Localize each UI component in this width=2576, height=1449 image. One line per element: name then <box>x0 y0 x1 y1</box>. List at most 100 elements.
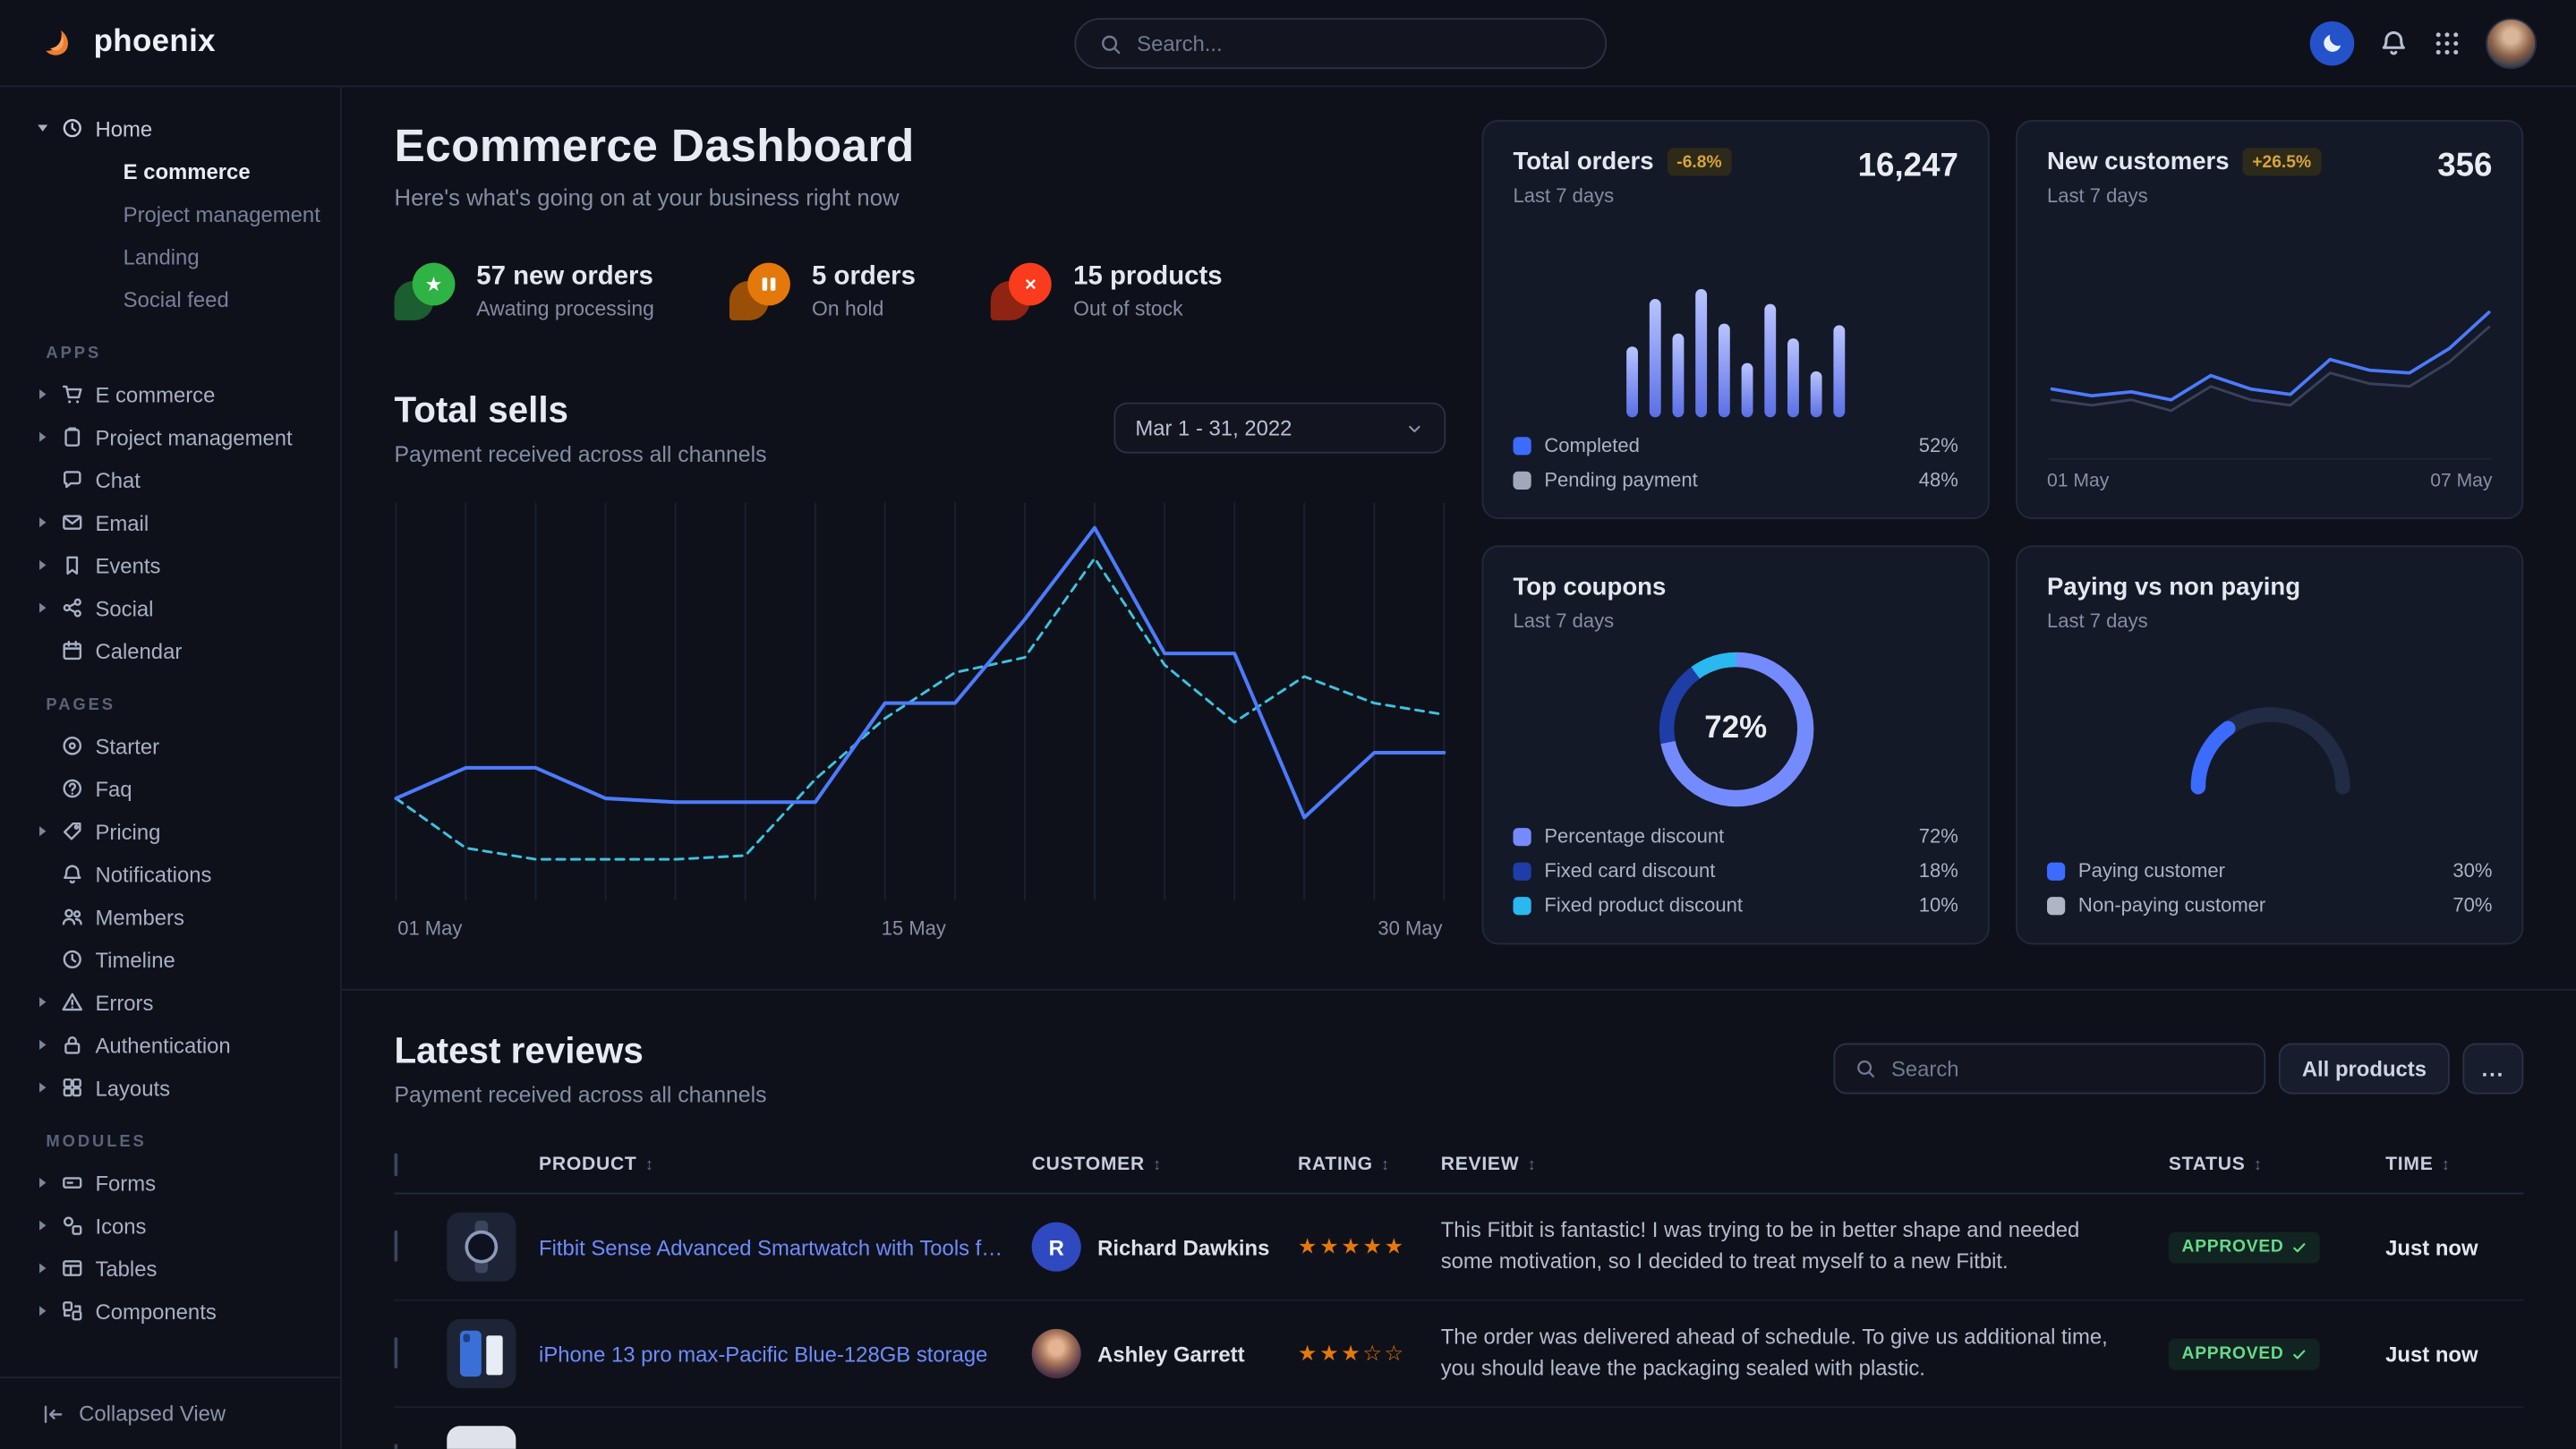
sort-icon[interactable]: ↕ <box>645 1155 654 1173</box>
paying-card: Paying vs non paying Last 7 days <box>2016 545 2523 944</box>
bookmark-icon <box>61 554 84 577</box>
page-subtitle: Here's what's going on at your business … <box>395 184 1446 210</box>
sidebar-item-forms[interactable]: Forms <box>0 1162 340 1205</box>
sidebar-item-faq[interactable]: Faq <box>0 767 340 810</box>
chevron-right-icon <box>35 1263 50 1273</box>
legend-item: Paying customer 30% <box>2047 859 2492 882</box>
legend-swatch <box>1513 827 1531 845</box>
table-header-row: PRODUCT↕ CUSTOMER↕ RATING↕ REVIEW↕ STATU… <box>395 1140 2524 1195</box>
sidebar-item-landing[interactable]: Landing <box>0 234 340 277</box>
share-icon <box>61 596 84 619</box>
calendar-icon <box>61 639 84 662</box>
apps-menu-button[interactable] <box>2433 29 2461 56</box>
sort-icon[interactable]: ↕ <box>1381 1155 1390 1173</box>
iphone-image <box>448 1321 514 1386</box>
review-text: This Fitbit is fantastic! I was trying t… <box>1441 1216 2169 1278</box>
row-checkbox[interactable] <box>395 1337 398 1368</box>
total-sells-chart: 01 May 15 May 30 May <box>395 499 1446 946</box>
notifications-button[interactable] <box>2379 28 2409 57</box>
sidebar-item-authentication[interactable]: Authentication <box>0 1024 340 1067</box>
lock-icon <box>61 1034 84 1057</box>
sidebar-item-project-management[interactable]: Project management <box>0 192 340 235</box>
alert-icon <box>61 991 84 1014</box>
legend-swatch <box>2047 862 2065 880</box>
product-thumbnail[interactable] <box>447 1319 516 1388</box>
sidebar-item-icons[interactable]: Icons <box>0 1204 340 1247</box>
card-title: New customers <box>2047 148 2230 175</box>
legend-item: Fixed card discount 18% <box>1513 859 1958 882</box>
more-actions-button[interactable]: ... <box>2462 1044 2523 1095</box>
all-products-filter-button[interactable]: All products <box>2279 1044 2450 1095</box>
sidebar-item-project-management-app[interactable]: Project management <box>0 415 340 458</box>
sidebar-item-ecommerce[interactable]: E commerce <box>0 149 340 192</box>
select-all-checkbox[interactable] <box>395 1154 398 1177</box>
search-icon <box>1099 32 1122 55</box>
total-sells-title: Total sells <box>395 389 767 432</box>
reviews-table: PRODUCT↕ CUSTOMER↕ RATING↕ REVIEW↕ STATU… <box>395 1140 2524 1449</box>
reviews-subtitle: Payment received across all channels <box>395 1083 767 1108</box>
sidebar-item-tables[interactable]: Tables <box>0 1247 340 1290</box>
sidebar-item-events[interactable]: Events <box>0 544 340 587</box>
collapse-sidebar-button[interactable]: Collapsed View <box>0 1377 340 1449</box>
row-checkbox[interactable] <box>395 1231 398 1262</box>
pause-icon <box>729 263 790 320</box>
sidebar-item-starter[interactable]: Starter <box>0 724 340 767</box>
customer-avatar[interactable]: R <box>1032 1223 1081 1272</box>
sidebar-item-home[interactable]: Home <box>0 107 340 149</box>
stat-value: 5 orders <box>812 263 916 293</box>
table-row[interactable] <box>395 1408 2524 1449</box>
brand-logo[interactable]: phoenix <box>39 23 216 63</box>
x-tick: 07 May <box>2430 472 2492 491</box>
sidebar-item-members[interactable]: Members <box>0 895 340 938</box>
sort-icon[interactable]: ↕ <box>2442 1155 2451 1173</box>
review-time: Just now <box>2385 1342 2523 1367</box>
sidebar-item-errors[interactable]: Errors <box>0 981 340 1024</box>
row-checkbox[interactable] <box>395 1444 398 1449</box>
sort-icon[interactable]: ↕ <box>1528 1155 1537 1173</box>
table-row[interactable]: iPhone 13 pro max-Pacific Blue-128GB sto… <box>395 1301 2524 1408</box>
user-avatar[interactable] <box>2486 17 2537 68</box>
date-range-select[interactable]: Mar 1 - 31, 2022 <box>1113 403 1446 454</box>
sort-icon[interactable]: ↕ <box>2254 1155 2263 1173</box>
sidebar-item-calendar[interactable]: Calendar <box>0 629 340 672</box>
chevron-right-icon <box>35 997 50 1007</box>
sidebar-item-social[interactable]: Social <box>0 586 340 629</box>
legend-item: Completed 52% <box>1513 434 1958 457</box>
new-customers-card: New customers +26.5% Last 7 days 356 01 <box>2016 120 2523 519</box>
sidebar-item-email[interactable]: Email <box>0 501 340 544</box>
sidebar-item-social-feed[interactable]: Social feed <box>0 277 340 320</box>
sidebar-item-timeline[interactable]: Timeline <box>0 938 340 981</box>
sidebar-item-notifications[interactable]: Notifications <box>0 853 340 896</box>
sidebar-item-pricing[interactable]: Pricing <box>0 810 340 853</box>
legend-swatch <box>1513 436 1531 454</box>
collapse-icon <box>41 1402 64 1426</box>
tag-icon <box>61 820 84 843</box>
review-time: Just now <box>2385 1234 2523 1259</box>
page-title: Ecommerce Dashboard <box>395 120 1446 173</box>
product-thumbnail[interactable] <box>447 1426 516 1449</box>
global-search[interactable] <box>1074 18 1607 69</box>
theme-toggle-button[interactable] <box>2310 21 2355 65</box>
sidebar-item-ecommerce-app[interactable]: E commerce <box>0 373 340 416</box>
product-link[interactable]: iPhone 13 pro max-Pacific Blue-128GB sto… <box>539 1342 987 1367</box>
apps-grid-icon <box>2433 29 2461 56</box>
reviews-search[interactable] <box>1834 1044 2266 1095</box>
product-link[interactable]: Fitbit Sense Advanced Smartwatch with To… <box>539 1234 1005 1259</box>
table-row[interactable]: Fitbit Sense Advanced Smartwatch with To… <box>395 1194 2524 1300</box>
sidebar-section-apps: APPS <box>46 345 340 362</box>
sort-icon[interactable]: ↕ <box>1153 1155 1162 1173</box>
sidebar-item-layouts[interactable]: Layouts <box>0 1066 340 1109</box>
trend-badge: +26.5% <box>2242 148 2321 175</box>
reviews-search-input[interactable] <box>1891 1056 2245 1081</box>
chevron-right-icon <box>35 517 50 527</box>
product-thumbnail[interactable] <box>447 1213 516 1282</box>
moon-icon <box>2321 31 2344 55</box>
sidebar-item-components[interactable]: Components <box>0 1290 340 1333</box>
clipboard-icon <box>61 425 84 448</box>
card-period: Last 7 days <box>1513 609 1666 633</box>
total-orders-card: Total orders -6.8% Last 7 days 16,247 <box>1482 120 1990 519</box>
customer-avatar[interactable] <box>1032 1329 1081 1378</box>
check-icon <box>2292 1347 2307 1362</box>
sidebar-item-chat[interactable]: Chat <box>0 458 340 501</box>
global-search-input[interactable] <box>1137 31 1582 56</box>
